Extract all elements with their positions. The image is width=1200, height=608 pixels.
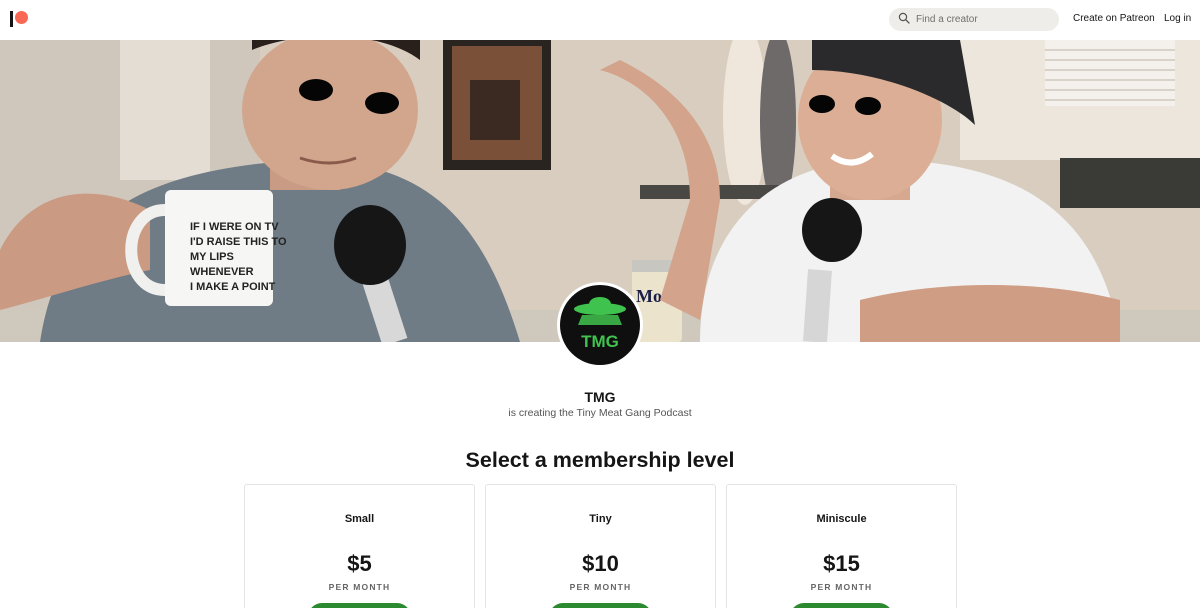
creator-name: TMG xyxy=(584,389,616,405)
mug-line-2: I'D RAISE THIS TO xyxy=(190,236,287,248)
tier-name: Small xyxy=(344,513,375,525)
tier-name: Tiny xyxy=(589,513,612,525)
mug-line-4: WHENEVER xyxy=(190,266,254,278)
avatar-text: TMG xyxy=(581,332,619,351)
tier-card-tiny: Tiny $10 PER MONTH xyxy=(485,484,716,608)
mug-line-3: MY LIPS xyxy=(190,251,234,263)
tier-price: $15 xyxy=(823,551,860,576)
top-navigation: Create on Patreon Log in xyxy=(0,0,1200,40)
mug-line-1: IF I WERE ON TV xyxy=(190,221,279,233)
creator-subtitle: is creating the Tiny Meat Gang Podcast xyxy=(508,407,692,419)
create-on-patreon-link[interactable]: Create on Patreon xyxy=(1073,13,1155,24)
search-icon xyxy=(898,11,910,29)
join-button-miniscule[interactable] xyxy=(790,603,893,608)
creator-avatar[interactable]: TMG xyxy=(557,282,643,368)
login-link[interactable]: Log in xyxy=(1164,13,1191,24)
search-box[interactable] xyxy=(889,8,1059,31)
logo-bar xyxy=(10,11,13,27)
tier-period: PER MONTH xyxy=(569,582,632,592)
membership-heading: Select a membership level xyxy=(465,448,735,472)
ufo-logo-icon: TMG xyxy=(574,297,626,351)
search-input[interactable] xyxy=(916,14,1046,25)
tier-price: $10 xyxy=(582,551,619,576)
tier-price: $5 xyxy=(347,551,372,576)
tier-period: PER MONTH xyxy=(328,582,391,592)
tier-card-miniscule: Miniscule $15 PER MONTH xyxy=(726,484,957,608)
join-button-small[interactable] xyxy=(308,603,411,608)
mug-line-5: I MAKE A POINT xyxy=(190,281,276,293)
tier-name: Miniscule xyxy=(816,513,867,525)
logo-dot xyxy=(15,11,28,24)
tier-period: PER MONTH xyxy=(810,582,873,592)
patreon-logo[interactable] xyxy=(10,11,28,29)
join-button-tiny[interactable] xyxy=(549,603,652,608)
tier-card-small: Small $5 PER MONTH xyxy=(244,484,475,608)
